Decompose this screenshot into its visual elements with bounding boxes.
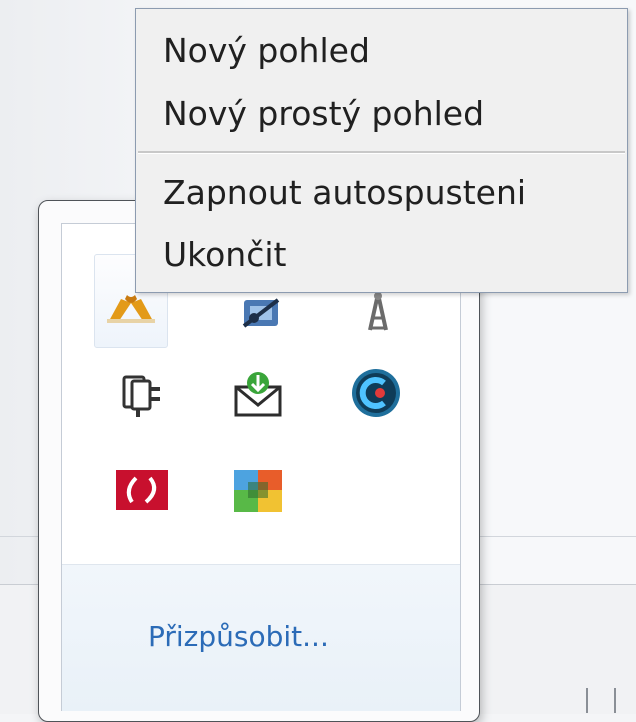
mail-download-icon[interactable] (226, 361, 290, 425)
menu-item-enable-autostart[interactable]: Zapnout autospusteni (163, 173, 526, 212)
tray-footer: Přizpůsobit... (62, 564, 460, 711)
menu-separator (138, 151, 625, 154)
taskbar-separator (614, 688, 616, 713)
capture-app-icon[interactable] (344, 361, 408, 425)
taskbar-separator (586, 688, 588, 713)
power-plug-icon[interactable] (110, 361, 174, 425)
menu-item-new-plain-view[interactable]: Nový prostý pohled (163, 94, 484, 133)
menu-item-new-view[interactable]: Nový pohled (163, 31, 370, 70)
tray-icon-panel: Přizpůsobit... (61, 223, 461, 711)
context-menu: Nový pohled Nový prostý pohled Zapnout a… (135, 8, 628, 293)
customize-link[interactable]: Přizpůsobit... (148, 620, 329, 653)
avg-icon[interactable] (226, 458, 290, 522)
red-app-icon[interactable] (110, 458, 174, 522)
menu-item-exit[interactable]: Ukončit (163, 235, 286, 274)
